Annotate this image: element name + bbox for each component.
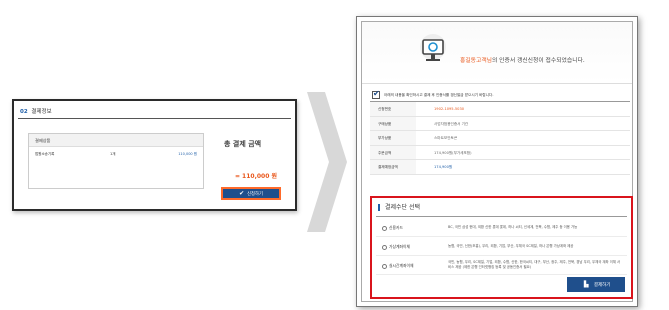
payment-option-realtime-transfer[interactable]: 실시간계좌이체 국민, 농협, 우리, SC제일, 기업, 외환, 수협, 신한… <box>376 256 627 275</box>
radio-icon[interactable] <box>382 225 387 231</box>
apply-button-label: 신청하기 <box>247 191 263 197</box>
order-info-table: 신청번호 1902-1095-5030 구매상품 사업자범용인증서 기관 부가상… <box>370 101 630 175</box>
notice-text: 아래의 내용을 확인하시고 결제 후 인증서를 갱신발급 받으시기 바랍니다. <box>384 92 494 97</box>
product-price: 110,000 원 <box>178 152 197 156</box>
computer-icon <box>420 34 446 61</box>
section-number: 02 <box>20 109 28 115</box>
section-title-text: 결제정보 <box>31 109 52 115</box>
product-name: 법원소송기록 <box>35 152 55 156</box>
section-title: 02 결제정보 <box>20 107 52 115</box>
row-key: 신청번호 <box>378 107 392 111</box>
apply-button[interactable]: ✔ 신청하기 <box>221 187 281 200</box>
row-key: 주문금액 <box>378 150 392 155</box>
check-icon <box>372 89 380 99</box>
product-table-header: 결제상품 <box>29 134 203 147</box>
option-label: 실시간계좌이체 <box>389 263 414 268</box>
divider <box>376 216 627 217</box>
row-key: 결제예정금액 <box>378 165 398 169</box>
payment-option-card[interactable]: 신용카드 BC, 국민 삼성 현대, 외환 신한 롯데 롯데, 하나 씨티, 신… <box>376 219 627 237</box>
row-value: 174,900원 <box>434 165 453 169</box>
renewal-confirm-frame: 홍길동고객님의 인증서 갱신신청이 접수되었습니다. 아래의 내용을 확인하시고… <box>361 21 633 302</box>
table-row: 구매상품 사업자범용인증서 기관 <box>370 116 630 131</box>
table-row: 부가상품 스마트보안토큰 <box>370 131 630 146</box>
renewal-confirm-panel: 홍길동고객님의 인증서 갱신신청이 접수되었습니다. 아래의 내용을 확인하시고… <box>356 16 638 307</box>
payment-option-virtual-account[interactable]: 가상계좌이체 농협, 국민, 신한(조흥), 우리, 외환, 기업, 부산, 우… <box>376 237 627 256</box>
transition-arrow-icon <box>307 92 347 232</box>
table-row: 결제예정금액 174,900원 <box>370 160 630 175</box>
row-value: 174,900원(부가세포함) <box>434 150 472 155</box>
option-desc: 농협, 국민, 신한(조흥), 우리, 외환, 기업, 부산, 우체국 SC제일… <box>448 244 574 248</box>
row-value: 스마트보안토큰 <box>434 136 458 140</box>
row-value: 사업자범용인증서 기관 <box>434 121 469 126</box>
total-amount-label: 총 결제 금액 <box>224 140 262 148</box>
row-value: 1902-1095-5030 <box>434 107 465 111</box>
row-key: 부가상품 <box>378 136 392 140</box>
row-key: 구매상품 <box>378 121 392 126</box>
option-desc: BC, 국민 삼성 현대, 외환 신한 롯데 롯데, 하나 씨티, 신세계, 전… <box>448 225 578 229</box>
option-label: 신용카드 <box>389 225 403 230</box>
payment-icon: ▐▖ <box>581 281 591 288</box>
product-qty: 1개 <box>110 152 116 156</box>
payment-method-title: 결제수단 선택 <box>378 204 420 211</box>
confirm-message-text: 의 인증서 갱신신청이 접수되었습니다. <box>492 58 585 64</box>
divider <box>18 118 291 119</box>
confirm-header: 홍길동고객님의 인증서 갱신신청이 접수되었습니다. <box>362 22 632 84</box>
check-icon: ✔ <box>239 190 245 197</box>
table-row: 법원소송기록 1개 110,000 원 <box>35 152 197 158</box>
radio-icon[interactable] <box>382 263 387 269</box>
payment-method-box: 결제수단 선택 신용카드 BC, 국민 삼성 현대, 외환 신한 롯데 롯데, … <box>370 196 633 299</box>
notice-line: 아래의 내용을 확인하시고 결제 후 인증서를 갱신발급 받으시기 바랍니다. <box>372 89 494 99</box>
table-row: 신청번호 1902-1095-5030 <box>370 102 630 117</box>
customer-name: 홍길동고객님 <box>460 58 492 64</box>
table-row: 주문금액 174,900원(부가세포함) <box>370 145 630 160</box>
option-label: 가상계좌이체 <box>389 244 410 249</box>
product-table: 결제상품 법원소송기록 1개 110,000 원 <box>28 133 204 189</box>
radio-icon[interactable] <box>382 244 387 250</box>
option-desc: 국민, 농협, 우리, SC제일, 기업, 외환, 수협, 신한, 한국씨티, … <box>448 260 621 269</box>
pay-button-label: 결제하기 <box>593 282 611 288</box>
total-amount-value: = 110,000 원 <box>234 173 277 180</box>
pay-button[interactable]: ▐▖ 결제하기 <box>567 277 625 292</box>
payment-info-panel: 02 결제정보 결제상품 법원소송기록 1개 110,000 원 총 결제 금액… <box>12 99 297 211</box>
confirm-message: 홍길동고객님의 인증서 갱신신청이 접수되었습니다. <box>460 55 585 64</box>
